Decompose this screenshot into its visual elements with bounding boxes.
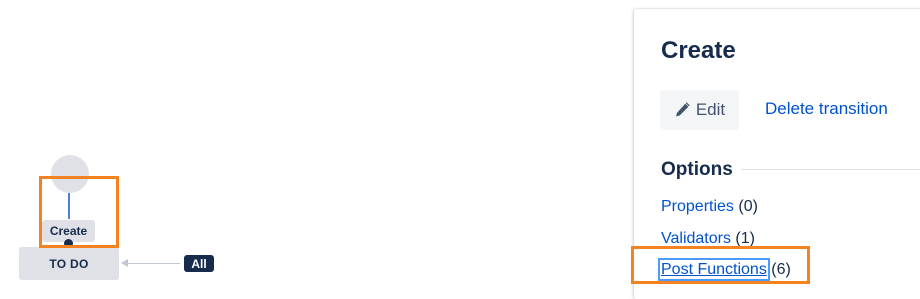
arrow-left-icon — [121, 259, 128, 267]
options-divider — [741, 169, 920, 170]
validators-count: (1) — [735, 230, 755, 247]
properties-count: (0) — [738, 198, 758, 215]
option-properties: Properties (0) — [661, 198, 758, 216]
properties-link[interactable]: Properties — [661, 198, 734, 215]
all-transition-badge[interactable]: All — [184, 255, 214, 272]
options-heading: Options — [661, 159, 733, 180]
delete-transition-link[interactable]: Delete transition — [765, 99, 888, 119]
validators-link[interactable]: Validators — [661, 230, 731, 247]
workflow-diagram: Create TO DO All — [0, 0, 620, 286]
highlight-box-create — [39, 176, 119, 248]
status-todo[interactable]: TO DO — [19, 247, 119, 280]
highlight-box-post-functions — [631, 246, 810, 284]
edit-button-label: Edit — [695, 100, 726, 119]
panel-title: Create — [661, 37, 736, 64]
edit-button[interactable]: Edit — [660, 90, 739, 130]
pencil-icon — [674, 102, 690, 118]
all-transition-arrow-line — [126, 263, 180, 264]
